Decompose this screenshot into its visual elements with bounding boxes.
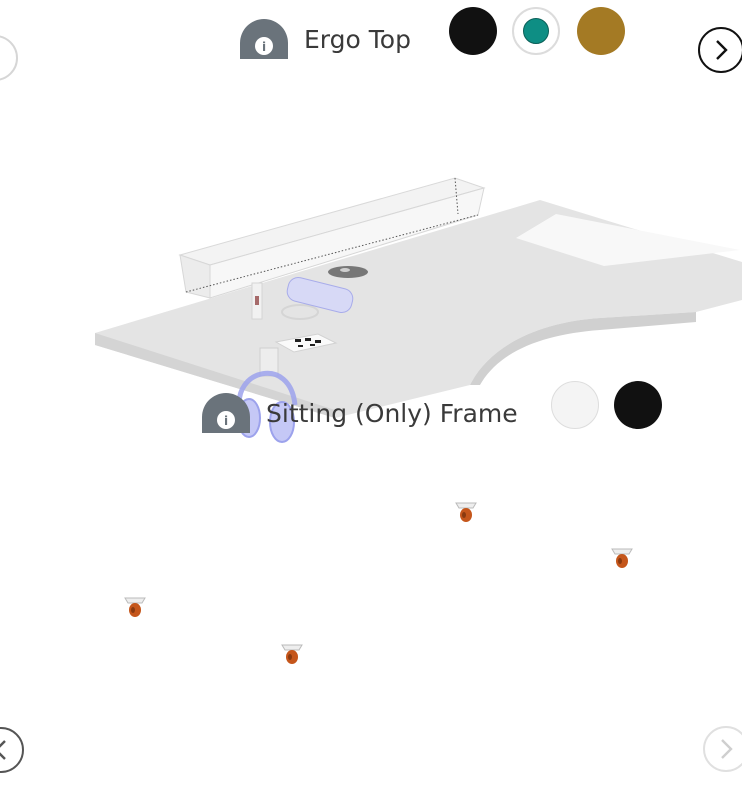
next-button-top[interactable] xyxy=(698,27,742,73)
frame-color-black[interactable] xyxy=(614,381,662,429)
frame-label: Sitting (Only) Frame xyxy=(266,399,518,428)
info-icon[interactable]: i xyxy=(240,19,288,59)
next-button-bottom[interactable] xyxy=(703,726,742,772)
chevron-right-icon xyxy=(716,40,728,60)
chevron-left-icon xyxy=(0,740,6,760)
top-label: Ergo Top xyxy=(304,25,411,54)
top-color-black[interactable] xyxy=(449,7,497,55)
frame-color-white[interactable] xyxy=(551,381,599,429)
caster-wheels xyxy=(124,502,633,664)
chevron-right-icon xyxy=(721,739,733,759)
usb-hub xyxy=(251,282,263,320)
info-icon[interactable]: i xyxy=(202,393,250,433)
top-color-teal[interactable] xyxy=(512,7,560,55)
top-color-gold[interactable] xyxy=(577,7,625,55)
